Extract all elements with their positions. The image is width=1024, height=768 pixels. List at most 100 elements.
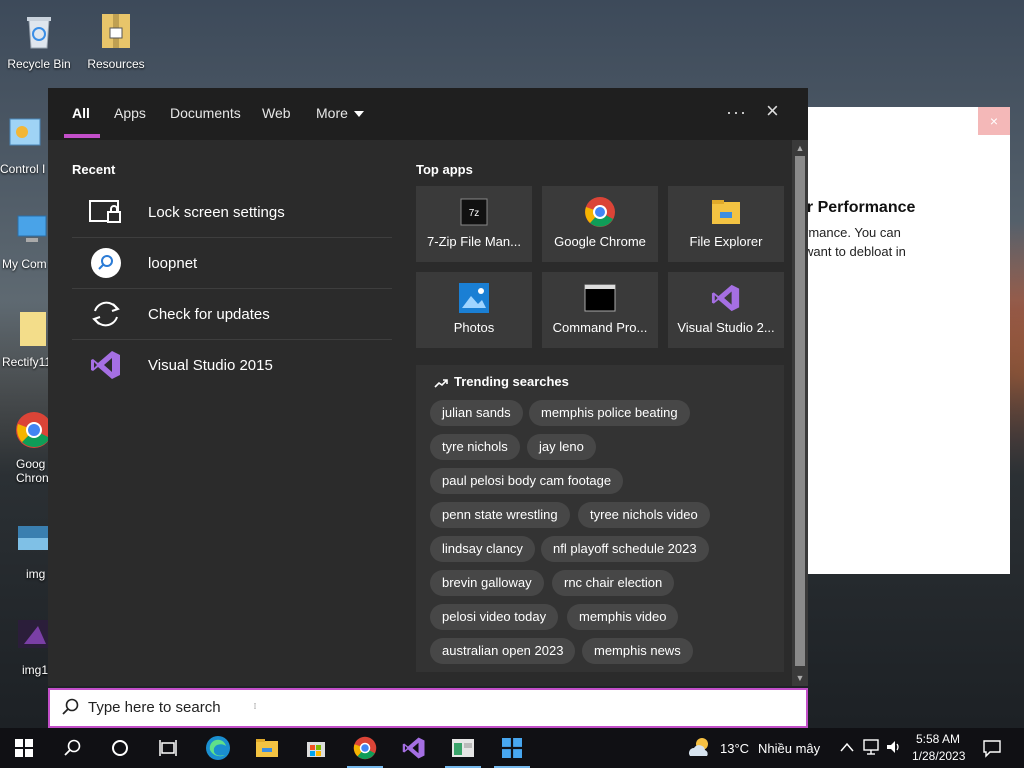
app-tile-file-explorer[interactable]: File Explorer (668, 186, 784, 262)
trending-chip[interactable]: memphis police beating (529, 400, 690, 426)
windows-logo-icon (502, 738, 522, 758)
photos-icon (458, 282, 490, 314)
trending-chip[interactable]: pelosi video today (430, 604, 559, 630)
window-text-line: want to debloat in (804, 244, 906, 259)
recent-item-label: Lock screen settings (148, 203, 285, 221)
trending-chip[interactable]: julian sands (430, 400, 523, 426)
cortana-button[interactable] (96, 728, 144, 768)
scroll-down-icon[interactable]: ▼ (795, 673, 805, 683)
control-panel-icon (9, 118, 41, 146)
app-tile-command-prompt[interactable]: Command Pro... (542, 272, 658, 348)
recent-item-label: Check for updates (148, 305, 270, 323)
more-options-icon[interactable]: ··· (726, 102, 747, 123)
scroll-up-icon[interactable]: ▲ (795, 143, 805, 153)
trending-searches-panel: Trending searches julian sands memphis p… (416, 365, 784, 672)
trending-chip[interactable]: jay leno (527, 434, 596, 460)
clock-date[interactable]: 1/28/2023 (912, 749, 965, 763)
window-heading: er Performance (798, 199, 916, 216)
visual-studio-icon (710, 282, 742, 314)
tab-all[interactable]: All (72, 105, 90, 121)
close-panel-button[interactable]: × (766, 100, 786, 122)
trending-chip[interactable]: penn state wrestling (430, 502, 570, 528)
desktop-icon-resources[interactable]: Resources (74, 10, 158, 71)
taskbar-store[interactable] (292, 728, 340, 768)
trending-chip[interactable]: lindsay clancy (430, 536, 535, 562)
scrollbar-thumb[interactable] (795, 156, 805, 666)
text-cursor-icon (254, 703, 256, 709)
tab-web[interactable]: Web (262, 105, 291, 121)
notification-icon[interactable] (982, 738, 1002, 758)
trending-chip[interactable]: tyre nichols (430, 434, 520, 460)
recent-item-loopnet[interactable]: loopnet (72, 238, 392, 288)
desktop-icon-recycle-bin[interactable]: Recycle Bin (0, 10, 81, 71)
taskbar-search-button[interactable] (48, 728, 96, 768)
trending-chip[interactable]: tyree nichols video (578, 502, 710, 528)
search-input[interactable]: Type here to search (88, 699, 221, 716)
window-close-button[interactable]: × (978, 107, 1010, 135)
task-view-button[interactable] (144, 728, 192, 768)
trending-chip[interactable]: memphis video (567, 604, 679, 630)
weather-description[interactable]: Nhiều mây (758, 741, 820, 756)
taskbar-search-box[interactable]: Type here to search (48, 688, 808, 728)
recent-item-label: Visual Studio 2015 (148, 356, 273, 374)
edge-icon (206, 736, 230, 760)
trending-chip[interactable]: rnc chair election (552, 570, 675, 596)
network-icon[interactable] (862, 739, 880, 755)
tab-apps[interactable]: Apps (114, 105, 146, 121)
refresh-icon (88, 296, 124, 332)
folder-icon (256, 739, 278, 757)
trending-chip[interactable]: paul pelosi body cam footage (430, 468, 624, 494)
app-tile-7zip[interactable]: 7z 7-Zip File Man... (416, 186, 532, 262)
app-tile-visual-studio[interactable]: Visual Studio 2... (668, 272, 784, 348)
close-icon: × (989, 113, 999, 129)
chevron-down-icon (353, 111, 364, 118)
desktop-icon-control-panel[interactable]: Control I (0, 115, 54, 176)
chevron-up-icon[interactable] (840, 742, 854, 752)
lock-screen-icon (88, 194, 124, 230)
taskbar-edge[interactable] (194, 728, 242, 768)
taskbar-chrome[interactable] (341, 728, 389, 768)
weather-temperature[interactable]: 13°C (720, 741, 749, 756)
trending-heading-label: Trending searches (454, 374, 569, 389)
visual-studio-icon (402, 737, 425, 759)
tab-documents[interactable]: Documents (170, 105, 241, 121)
taskbar-file-explorer[interactable] (243, 728, 291, 768)
app-tile-label: File Explorer (689, 234, 763, 249)
recent-item-lock-screen[interactable]: Lock screen settings (72, 187, 392, 237)
trending-chip[interactable]: australian open 2023 (430, 638, 576, 664)
volume-icon[interactable] (885, 739, 903, 755)
recent-heading: Recent (72, 162, 116, 177)
close-icon: × (766, 98, 779, 123)
recent-item-check-updates[interactable]: Check for updates (72, 289, 392, 339)
trending-chip[interactable]: memphis news (582, 638, 693, 664)
app-tile-chrome[interactable]: Google Chrome (542, 186, 658, 262)
folder-icon (20, 312, 46, 346)
app-window-icon (452, 739, 474, 757)
panel-scrollbar[interactable]: ▲ ▼ (792, 140, 808, 686)
computer-icon (17, 215, 47, 242)
visual-studio-icon (88, 347, 124, 383)
web-search-icon (88, 245, 124, 281)
svg-text:7z: 7z (469, 208, 480, 219)
weather-cloudy-icon[interactable] (686, 736, 712, 760)
top-apps-heading: Top apps (416, 162, 473, 177)
taskbar-app-window[interactable] (439, 728, 487, 768)
trending-chip[interactable]: nfl playoff schedule 2023 (541, 536, 709, 562)
window-text-line: rmance. You can (804, 225, 901, 240)
recycle-bin-icon (27, 17, 51, 49)
tab-more[interactable]: More (316, 105, 364, 121)
start-button[interactable] (0, 728, 48, 768)
tab-more-label: More (316, 105, 348, 121)
cmd-icon (584, 282, 616, 314)
desktop-icon-label: Recycle Bin (7, 57, 71, 71)
app-tile-label: 7-Zip File Man... (427, 234, 521, 249)
trending-chip[interactable]: brevin galloway (430, 570, 544, 596)
folder-icon (710, 196, 742, 228)
taskbar-visual-studio[interactable] (390, 728, 438, 768)
clock-time[interactable]: 5:58 AM (916, 732, 960, 746)
7zip-icon: 7z (458, 196, 490, 228)
active-tab-indicator (64, 134, 100, 138)
app-tile-photos[interactable]: Photos (416, 272, 532, 348)
taskbar-start-menu[interactable] (488, 728, 536, 768)
recent-item-visual-studio[interactable]: Visual Studio 2015 (72, 340, 392, 390)
